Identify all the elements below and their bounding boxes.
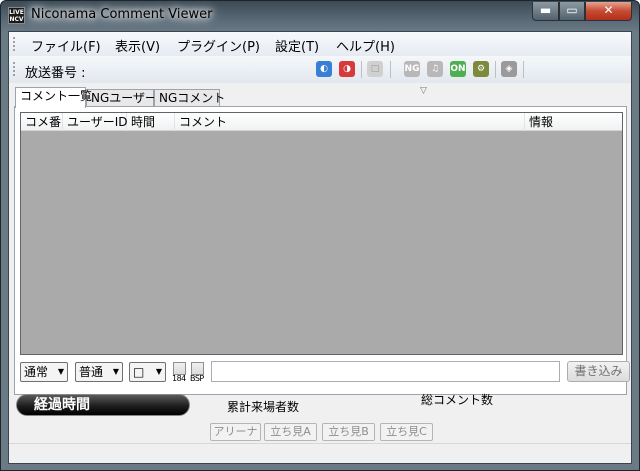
tab-ng-users[interactable]: NGユーザー: [86, 89, 157, 107]
menu-file[interactable]: ファイル(F): [31, 36, 101, 55]
speaker-icon[interactable]: ♫: [427, 61, 443, 77]
room-arena-button[interactable]: アリーナ: [210, 423, 261, 441]
column-comment[interactable]: コメント: [175, 113, 525, 131]
toolbar-separator: [361, 61, 362, 78]
color-select-value: □: [133, 365, 145, 379]
client-area: ファイル(F) 表示(V) プラグイン(P) 設定(T) ヘルプ(H) 放送番号…: [8, 31, 632, 464]
post-comment-button[interactable]: 書き込み: [567, 361, 630, 382]
app-logo-icon: LIVE NCV: [8, 7, 25, 24]
menu-plugin[interactable]: プラグイン(P): [177, 36, 260, 55]
ng-icon[interactable]: NG: [404, 61, 420, 77]
title-bar[interactable]: LIVE NCV Niconama Comment Viewer ▬ ▭ ✕: [1, 1, 639, 31]
tab-ng-comments[interactable]: NGコメント: [154, 89, 225, 107]
chevron-down-icon: ▼: [57, 367, 64, 376]
size-select-value: 普通: [79, 365, 104, 379]
chevron-down-icon: ▼: [155, 367, 162, 376]
tab-overflow-icon[interactable]: ▽: [420, 86, 427, 96]
size-select[interactable]: 普通 ▼: [75, 362, 123, 382]
minimize-button[interactable]: ▬: [532, 2, 559, 21]
elapsed-time-display: 経過時間: [16, 394, 190, 416]
status-bar: [9, 443, 631, 463]
checkbox-184-label: 184: [172, 374, 186, 383]
maximize-icon: ▭: [566, 3, 578, 17]
comment-list-header: コメ番 ユーザーID 時間 コメント 情報: [21, 113, 622, 131]
plugin-icon[interactable]: ◈: [501, 61, 517, 77]
position-select[interactable]: 通常 ▼: [20, 362, 68, 382]
toolbar: 放送番号 : ◐ ◑ □ NG ♫ ON ⚙ ◈: [9, 56, 631, 83]
close-button[interactable]: ✕: [585, 2, 632, 21]
minimize-icon: ▬: [539, 3, 552, 17]
room-standing-c-button[interactable]: 立ち見C: [380, 423, 433, 441]
disconnect-icon[interactable]: ◑: [339, 61, 355, 77]
tab-comment-list[interactable]: コメント一覧: [15, 87, 92, 108]
toolbar-grip[interactable]: [13, 62, 16, 76]
toolbar-separator: [390, 61, 391, 78]
menu-help[interactable]: ヘルプ(H): [336, 36, 395, 55]
close-icon: ✕: [603, 3, 614, 17]
position-select-value: 通常: [24, 365, 49, 379]
app-window: LIVE NCV Niconama Comment Viewer ▬ ▭ ✕ ファ…: [0, 0, 640, 471]
color-select[interactable]: □ ▼: [129, 362, 166, 382]
gear-icon[interactable]: ⚙: [473, 61, 489, 77]
comment-list[interactable]: コメ番 ユーザーID 時間 コメント 情報: [20, 112, 623, 355]
comment-input[interactable]: [211, 361, 560, 382]
chevron-down-icon: ▼: [112, 367, 119, 376]
tab-panel: コメ番 ユーザーID 時間 コメント 情報 通常 ▼ 普通 ▼ □ ▼ 184 …: [14, 106, 630, 395]
column-user-id[interactable]: ユーザーID: [63, 113, 128, 131]
total-comments-label: 総コメント数: [421, 393, 494, 407]
connect-icon[interactable]: ◐: [316, 61, 332, 77]
menu-bar: ファイル(F) 表示(V) プラグイン(P) 設定(T) ヘルプ(H): [9, 32, 631, 56]
broadcast-number-input[interactable]: [89, 59, 309, 79]
column-time[interactable]: 時間: [127, 113, 175, 131]
on-air-icon[interactable]: ON: [450, 61, 466, 77]
broadcast-number-label: 放送番号 :: [25, 66, 86, 81]
room-standing-b-button[interactable]: 立ち見B: [322, 423, 375, 441]
column-info[interactable]: 情報: [525, 113, 622, 131]
toolbar-separator: [495, 61, 496, 78]
menu-view[interactable]: 表示(V): [115, 36, 160, 55]
total-visitors-label: 累計来場者数: [227, 400, 300, 414]
room-standing-a-button[interactable]: 立ち見A: [264, 423, 317, 441]
menu-grip[interactable]: [13, 37, 16, 51]
maximize-button[interactable]: ▭: [559, 2, 585, 21]
column-comment-number[interactable]: コメ番: [21, 113, 63, 131]
reconnect-icon[interactable]: □: [367, 61, 383, 77]
checkbox-bsp-label: BSP: [190, 374, 204, 383]
toolbar-separator: [523, 61, 524, 78]
menu-settings[interactable]: 設定(T): [275, 36, 319, 55]
window-title: Niconama Comment Viewer: [31, 7, 213, 22]
